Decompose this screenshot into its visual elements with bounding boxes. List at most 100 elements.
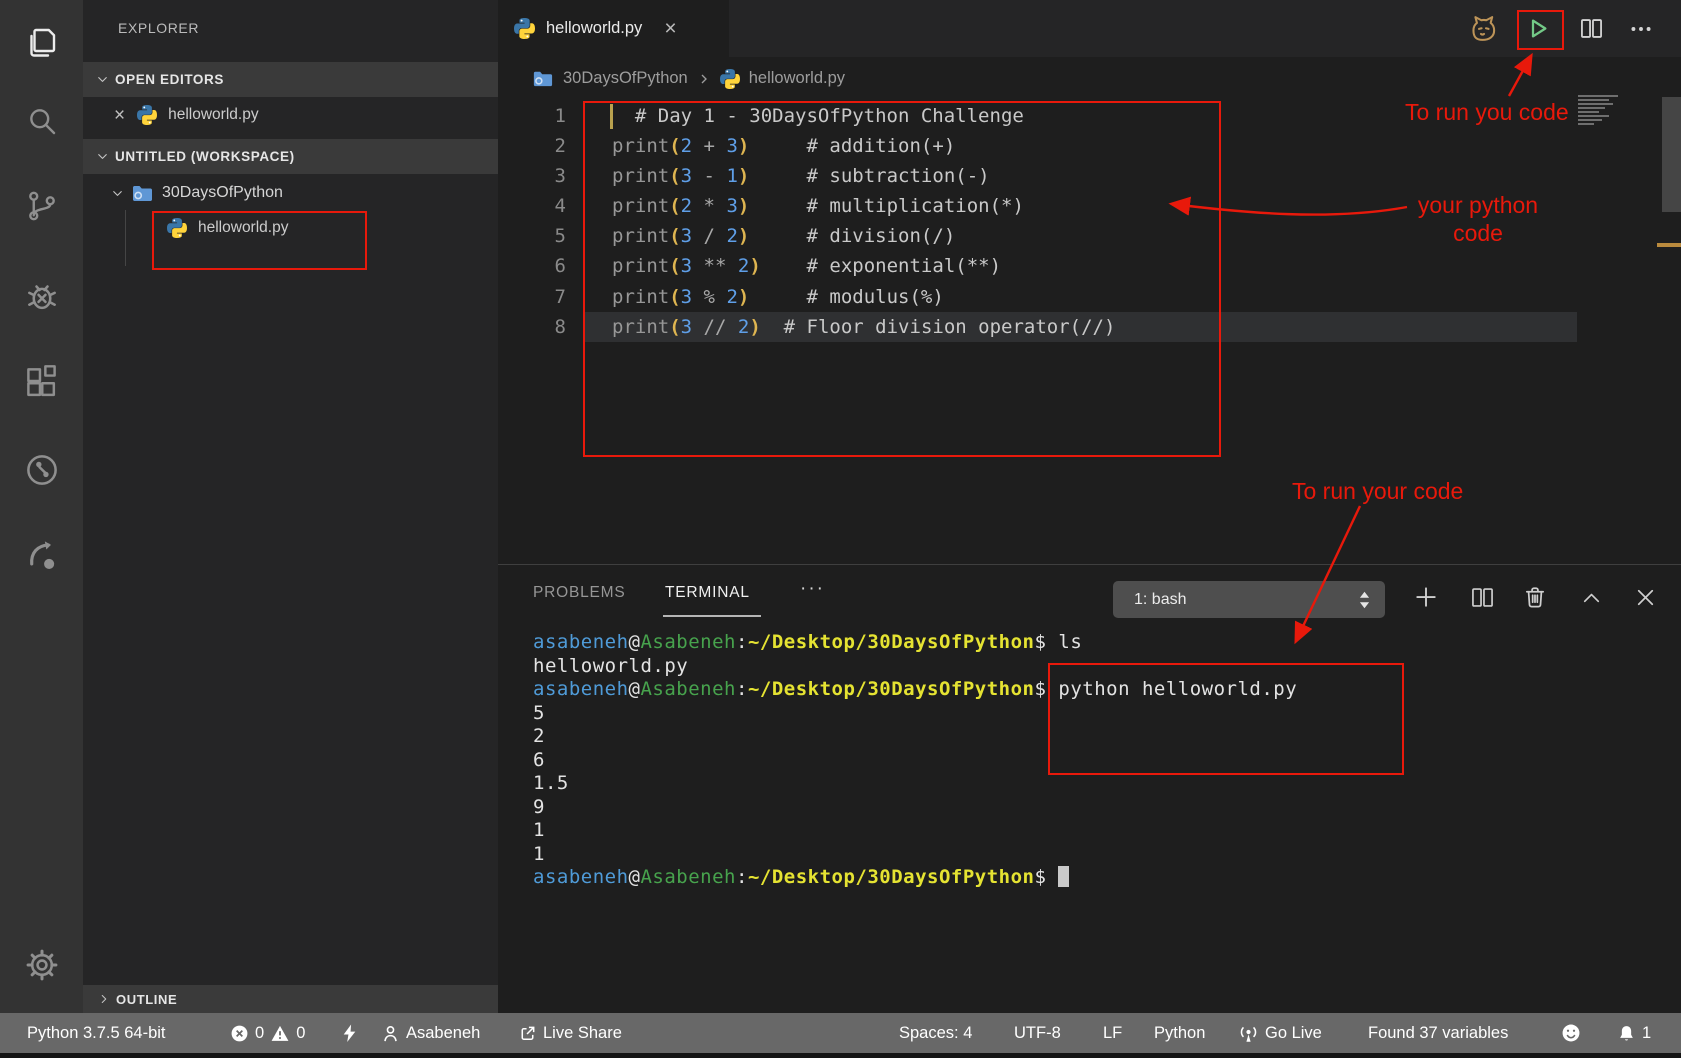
gitlens-icon[interactable] [0, 451, 83, 489]
annotation-python-code-label: your pythoncode [1408, 191, 1548, 247]
open-editor-item[interactable]: × helloworld.py [83, 97, 498, 133]
line-number: 4 [498, 191, 566, 221]
code-editor[interactable]: # Day 1 - 30DaysOfPython Challengeprint(… [612, 101, 1115, 342]
line-number: 8 [498, 312, 566, 342]
python-file-icon [167, 218, 187, 238]
live-share-status[interactable]: Live Share [518, 1013, 622, 1053]
breadcrumb-folder[interactable]: 30DaysOfPython [563, 69, 688, 88]
error-icon [230, 1024, 249, 1043]
vscode-window: EXPLORER OPEN EDITORS × helloworld.py UN… [0, 0, 1681, 1058]
code-line: print(3 ** 2) # exponential(**) [612, 251, 1115, 281]
explorer-sidebar: EXPLORER OPEN EDITORS × helloworld.py UN… [83, 0, 498, 1013]
source-control-icon[interactable] [0, 188, 83, 224]
editor-scrollbar[interactable] [1662, 97, 1681, 212]
tab-problems[interactable]: PROBLEMS [533, 584, 626, 602]
extensions-icon[interactable] [0, 364, 83, 401]
terminal-line: 1.5 [533, 772, 1297, 796]
tab-close-icon[interactable]: × [664, 17, 676, 41]
terminal-line: 6 [533, 749, 1297, 773]
code-line: print(2 + 3) # addition(+) [612, 131, 1115, 161]
code-line: print(3 - 1) # subtraction(-) [612, 161, 1115, 191]
split-terminal-icon[interactable] [1469, 584, 1496, 611]
open-editors-header[interactable]: OPEN EDITORS [83, 62, 498, 97]
chevron-right-icon [696, 71, 712, 87]
live-share-icon[interactable] [0, 537, 83, 575]
explorer-files-icon[interactable] [0, 24, 83, 60]
activity-bar [0, 0, 83, 1053]
folder-icon [130, 181, 154, 205]
person-icon [381, 1024, 400, 1043]
code-line: # Day 1 - 30DaysOfPython Challenge [612, 101, 1115, 131]
go-live-status[interactable]: Go Live [1238, 1013, 1322, 1053]
code-line: print(2 * 3) # multiplication(*) [612, 191, 1115, 221]
eol-status[interactable]: LF [1103, 1013, 1122, 1053]
tree-file-label: helloworld.py [198, 219, 288, 237]
language-status[interactable]: Python [1154, 1013, 1205, 1053]
terminal-cursor [1058, 866, 1069, 887]
bell-icon [1617, 1024, 1636, 1043]
line-number: 6 [498, 251, 566, 281]
terminal-output[interactable]: asabeneh@Asabeneh:~/Desktop/30DaysOfPyth… [533, 631, 1297, 890]
terminal-line: asabeneh@Asabeneh:~/Desktop/30DaysOfPyth… [533, 866, 1297, 890]
tree-folder-row[interactable]: 30DaysOfPython [83, 176, 498, 210]
more-actions-icon[interactable] [1628, 16, 1654, 42]
maximize-panel-icon[interactable] [1578, 585, 1605, 612]
close-panel-icon[interactable] [1632, 584, 1659, 611]
updown-arrows-icon [1358, 589, 1371, 611]
user-status[interactable]: Asabeneh [381, 1013, 480, 1053]
new-terminal-icon[interactable] [1411, 582, 1441, 612]
terminal-line: 2 [533, 725, 1297, 749]
terminal-line: 1 [533, 843, 1297, 867]
close-icon[interactable]: × [114, 106, 125, 125]
chevron-down-icon [95, 149, 110, 164]
chevron-right-icon [97, 992, 111, 1006]
python-interpreter-status[interactable]: Python 3.7.5 64-bit [27, 1013, 166, 1053]
problems-status[interactable]: 0 0 [230, 1013, 305, 1053]
line-number: 3 [498, 161, 566, 191]
panel-divider[interactable] [498, 564, 1681, 565]
notifications-status[interactable]: 1 [1617, 1013, 1651, 1053]
outline-header[interactable]: OUTLINE [83, 985, 498, 1013]
settings-gear-icon[interactable] [0, 946, 83, 984]
tab-terminal[interactable]: TERMINAL [665, 584, 750, 602]
broadcast-icon [1238, 1023, 1259, 1044]
open-editor-label: helloworld.py [168, 106, 258, 124]
code-line: print(3 // 2) # Floor division operator(… [612, 312, 1115, 342]
annotation-run-terminal-label: To run your code [1292, 478, 1463, 505]
cat-extension-icon[interactable] [1467, 13, 1498, 44]
status-bar: Python 3.7.5 64-bit 0 0 Asabeneh Live Sh… [0, 1013, 1681, 1053]
folder-icon [531, 67, 554, 90]
shell-selector-dropdown[interactable]: 1: bash [1113, 581, 1385, 618]
line-number: 1 [498, 101, 566, 131]
debug-icon[interactable] [0, 277, 83, 315]
line-number: 2 [498, 131, 566, 161]
line-number: 5 [498, 221, 566, 251]
terminal-line: asabeneh@Asabeneh:~/Desktop/30DaysOfPyth… [533, 631, 1297, 655]
feedback-smiley-icon[interactable] [1561, 1013, 1581, 1053]
line-numbers: 12345678 [498, 101, 566, 342]
editor-caret [610, 104, 613, 129]
workspace-header[interactable]: UNTITLED (WORKSPACE) [83, 139, 498, 174]
terminal-line: 9 [533, 796, 1297, 820]
panel-more-icon[interactable]: ··· [800, 578, 825, 600]
tab-helloworld[interactable]: helloworld.py × [498, 0, 729, 57]
window-bottom-edge [0, 1053, 1681, 1058]
tree-file-row[interactable]: helloworld.py [83, 210, 498, 246]
python-file-icon [137, 105, 157, 125]
split-editor-icon[interactable] [1578, 15, 1605, 42]
search-icon[interactable] [0, 103, 83, 139]
run-python-file-icon[interactable] [1524, 15, 1551, 42]
breadcrumb-file[interactable]: helloworld.py [749, 69, 845, 88]
annotation-run-button-label: To run you code [1405, 99, 1569, 126]
breadcrumb: 30DaysOfPython helloworld.py [498, 57, 1681, 100]
terminal-line: 1 [533, 819, 1297, 843]
minimap[interactable] [1578, 95, 1626, 127]
code-line: print(3 / 2) # division(/) [612, 221, 1115, 251]
variables-status[interactable]: Found 37 variables [1368, 1013, 1508, 1053]
flash-icon[interactable] [341, 1013, 358, 1053]
kill-terminal-trash-icon[interactable] [1521, 583, 1549, 611]
encoding-status[interactable]: UTF-8 [1014, 1013, 1061, 1053]
spaces-status[interactable]: Spaces: 4 [899, 1013, 972, 1053]
python-file-icon [720, 69, 740, 89]
terminal-line: helloworld.py [533, 655, 1297, 679]
